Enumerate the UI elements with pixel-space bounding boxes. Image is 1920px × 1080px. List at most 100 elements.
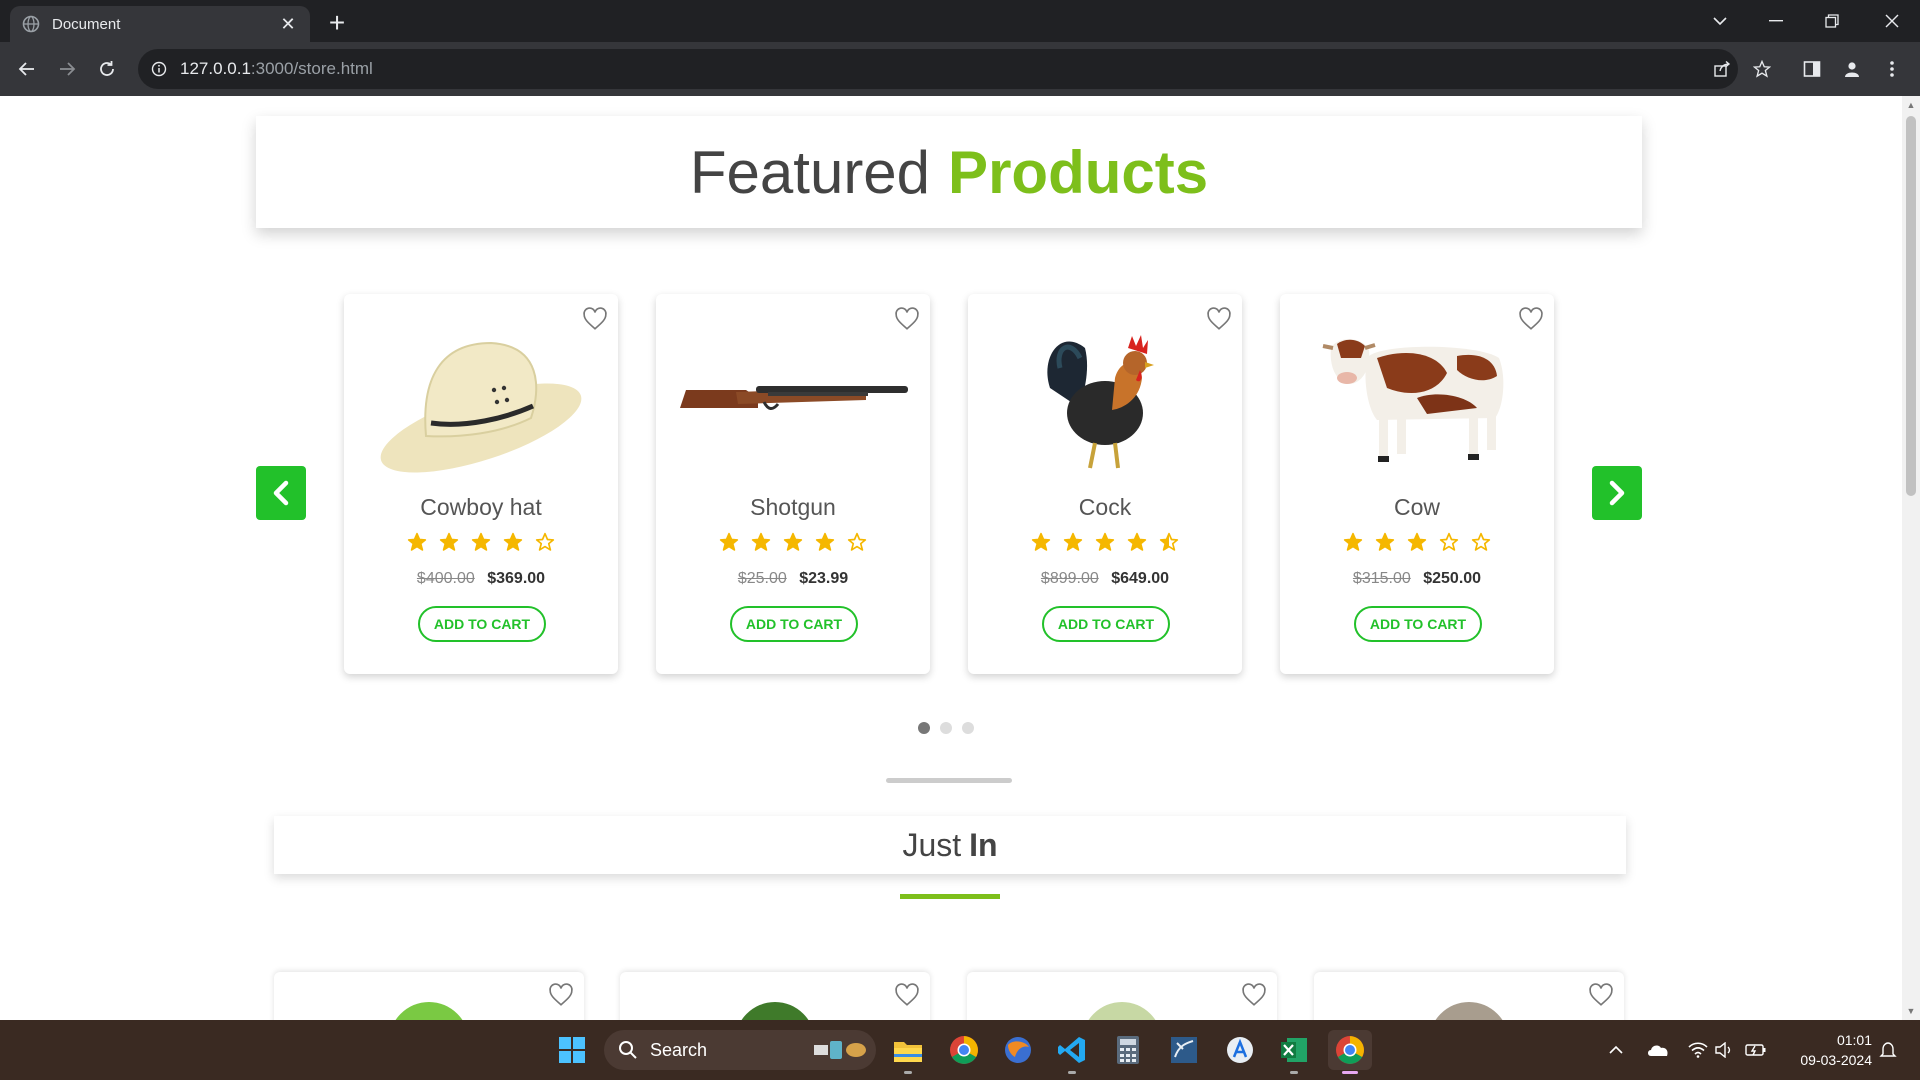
carousel-dot[interactable]	[940, 722, 952, 734]
rating-stars	[968, 532, 1242, 552]
carousel-dot[interactable]	[918, 722, 930, 734]
star-filled-icon	[719, 532, 739, 551]
star-filled-icon	[1375, 532, 1395, 551]
close-window-button[interactable]	[1864, 0, 1920, 42]
system-clock[interactable]: 01:01 09-03-2024	[1782, 1030, 1872, 1070]
chevron-right-icon	[1609, 480, 1625, 506]
close-tab-icon[interactable]: ✕	[278, 14, 298, 34]
active-indicator	[1342, 1071, 1358, 1074]
sale-price: $649.00	[1111, 570, 1170, 587]
heart-icon[interactable]	[548, 982, 574, 1008]
onedrive-icon[interactable]	[1646, 1038, 1670, 1062]
url-host: 127.0.0.1	[180, 59, 251, 78]
notification-icon[interactable]	[1876, 1038, 1900, 1062]
add-to-cart-button[interactable]: ADD TO CART	[1042, 606, 1170, 642]
original-price: $25.00	[737, 570, 787, 587]
battery-icon[interactable]	[1744, 1038, 1768, 1062]
add-to-cart-button[interactable]: ADD TO CART	[730, 606, 858, 642]
sale-price: $23.99	[799, 570, 849, 587]
star-filled-icon	[1343, 532, 1363, 551]
product-prices: $899.00 $649.00	[968, 570, 1242, 588]
tab-search-icon[interactable]	[1692, 0, 1748, 42]
lettuce-image	[389, 1002, 469, 1020]
reload-button[interactable]	[91, 53, 123, 85]
wifi-icon[interactable]	[1686, 1038, 1710, 1062]
address-bar[interactable]: 127.0.0.1:3000/store.html	[138, 49, 1738, 89]
clock-date: 09-03-2024	[1800, 1052, 1872, 1068]
product-card: Cock $899.00 $649.00 ADD TO CART	[968, 294, 1242, 674]
browser-app-icon[interactable]	[998, 1030, 1038, 1070]
chevron-left-icon	[273, 480, 289, 506]
chrome-active-icon[interactable]	[1328, 1030, 1372, 1070]
star-empty-icon	[1471, 532, 1491, 551]
excel-icon[interactable]	[1274, 1030, 1314, 1070]
rating-stars	[1280, 532, 1554, 552]
side-panel-icon[interactable]	[1792, 49, 1832, 89]
product-card	[274, 972, 584, 1020]
database-tool-icon[interactable]	[1164, 1030, 1204, 1070]
minimize-button[interactable]	[1748, 0, 1804, 42]
browser-tab-bar: Document ✕ +	[0, 0, 1920, 42]
original-price: $400.00	[416, 570, 475, 587]
rating-stars	[656, 532, 930, 552]
add-to-cart-button[interactable]: ADD TO CART	[1354, 606, 1482, 642]
carousel-dot[interactable]	[962, 722, 974, 734]
clock-time: 01:01	[1836, 1032, 1872, 1048]
forward-button[interactable]	[51, 53, 83, 85]
vscode-icon[interactable]	[1052, 1030, 1092, 1070]
back-button[interactable]	[11, 53, 43, 85]
sale-price: $250.00	[1423, 570, 1482, 587]
add-to-cart-button[interactable]: ADD TO CART	[418, 606, 546, 642]
running-indicator	[1290, 1071, 1298, 1074]
bookmark-star-icon[interactable]	[1742, 49, 1782, 89]
volume-icon[interactable]	[1712, 1038, 1736, 1062]
scroll-up-icon[interactable]: ▲	[1906, 100, 1916, 110]
cabbage-image	[1082, 1002, 1162, 1020]
star-filled-icon	[439, 532, 459, 551]
section-divider	[886, 778, 1012, 783]
star-filled-icon	[503, 532, 523, 551]
heart-icon[interactable]	[1241, 982, 1267, 1008]
vertical-scrollbar[interactable]: ▲ ▼	[1902, 96, 1920, 1020]
rooster-image	[988, 318, 1222, 474]
heart-icon[interactable]	[894, 982, 920, 1008]
heart-icon[interactable]	[1588, 982, 1614, 1008]
product-name: Cock	[1078, 494, 1132, 520]
calculator-icon[interactable]	[1108, 1030, 1148, 1070]
url-path: :3000/store.html	[250, 59, 373, 78]
windows-taskbar: Search 01:01 09-03-2024	[0, 1020, 1920, 1080]
sale-price: $369.00	[487, 570, 546, 587]
product-card: Cow $315.00 $250.00 ADD TO CART	[1280, 294, 1554, 674]
star-filled-icon	[815, 532, 835, 551]
just-in-title-bold: In	[969, 826, 998, 863]
star-filled-icon	[471, 532, 491, 551]
carousel-prev-button[interactable]	[256, 466, 306, 520]
star-empty-icon	[847, 532, 867, 551]
scrollbar-thumb[interactable]	[1906, 116, 1916, 496]
product-prices: $400.00 $369.00	[344, 570, 618, 588]
search-icon	[619, 1041, 637, 1059]
chevron-up-icon[interactable]	[1604, 1038, 1628, 1062]
cow-image	[1300, 318, 1534, 474]
chrome-icon[interactable]	[944, 1030, 984, 1070]
share-icon[interactable]	[1702, 49, 1742, 89]
site-info-icon[interactable]	[150, 60, 168, 78]
profile-icon[interactable]	[1832, 49, 1872, 89]
restore-button[interactable]	[1804, 0, 1860, 42]
carousel-next-button[interactable]	[1592, 466, 1642, 520]
star-filled-icon	[407, 532, 427, 551]
taskbar-search[interactable]: Search	[604, 1030, 876, 1070]
browser-tab[interactable]: Document ✕	[10, 6, 310, 42]
app-launcher-icon[interactable]	[1220, 1030, 1260, 1070]
tab-title: Document	[52, 15, 121, 33]
browser-toolbar: 127.0.0.1:3000/store.html	[0, 42, 1920, 96]
scroll-down-icon[interactable]: ▼	[1906, 1006, 1916, 1016]
travel-icon	[814, 1041, 866, 1059]
cowboy-hat-image	[364, 318, 598, 474]
menu-kebab-icon[interactable]	[1872, 49, 1912, 89]
just-in-heading: Just In	[274, 816, 1626, 874]
new-tab-button[interactable]: +	[322, 7, 352, 38]
running-indicator	[904, 1071, 912, 1074]
file-explorer-icon[interactable]	[888, 1030, 928, 1070]
windows-start-icon[interactable]	[552, 1030, 592, 1070]
